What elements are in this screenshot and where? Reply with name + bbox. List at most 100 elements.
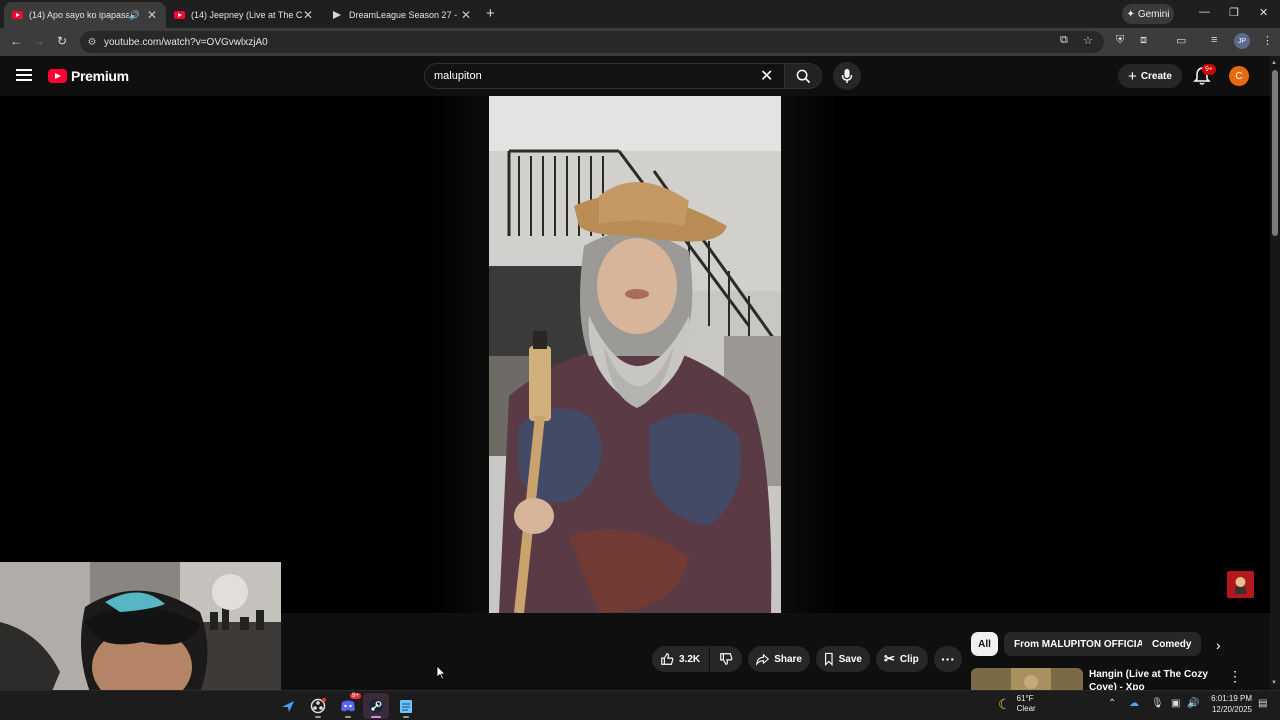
thumbs-up-icon xyxy=(661,653,674,665)
extensions-icon[interactable]: ⧈ xyxy=(1140,34,1147,47)
scroll-up-icon[interactable]: ▲ xyxy=(1271,60,1277,66)
system-clock[interactable]: 6:01:19 PM 12/20/2025 xyxy=(1204,693,1252,715)
onedrive-icon[interactable]: ☁ xyxy=(1129,698,1139,709)
hamburger-menu-icon[interactable] xyxy=(16,69,32,82)
clock-date: 12/20/2025 xyxy=(1211,705,1252,714)
notification-count-badge: 9+ xyxy=(1202,64,1216,75)
save-button[interactable]: Save xyxy=(816,646,870,672)
site-info-icon[interactable]: ⚙ xyxy=(80,37,104,48)
close-tab-icon[interactable]: ✕ xyxy=(460,8,472,22)
player-side-fade xyxy=(430,96,489,613)
more-vertical-icon[interactable]: ⋮ xyxy=(1228,668,1242,685)
notepad-icon xyxy=(400,700,412,713)
weather-widget[interactable]: ☾ 61°F Clear xyxy=(998,694,1036,714)
scroll-down-icon[interactable]: ▼ xyxy=(1271,680,1277,686)
browser-toolbar: ← → ↻ ⚙ youtube.com/watch?v=OVGvwlxzjA0 … xyxy=(0,28,1280,56)
chip-from-channel[interactable]: From MALUPITON OFFICIAL xyxy=(1004,632,1160,656)
close-tab-icon[interactable]: ✕ xyxy=(146,8,158,22)
mouse-cursor-icon xyxy=(436,665,446,680)
channel-watermark-icon[interactable] xyxy=(1227,571,1254,598)
restore-icon[interactable]: ❐ xyxy=(1229,6,1239,19)
account-avatar[interactable]: C xyxy=(1229,66,1249,86)
scissors-icon: ✂ xyxy=(884,651,895,666)
logo-text: Premium xyxy=(71,68,129,84)
back-icon[interactable]: ← xyxy=(10,34,22,48)
search-input[interactable]: malupiton xyxy=(424,63,784,89)
discord-icon xyxy=(341,700,355,712)
share-button[interactable]: Share xyxy=(748,646,810,672)
notification-center-icon[interactable]: ▤ xyxy=(1258,698,1267,709)
gemini-button[interactable]: ✦ Gemini xyxy=(1122,4,1174,24)
speaker-icon[interactable]: 🔊 xyxy=(129,10,140,21)
microphone-tray-icon[interactable]: 🎙 xyxy=(1151,698,1164,709)
dreamleague-favicon-icon xyxy=(332,11,343,19)
video-frame[interactable] xyxy=(489,96,781,613)
voice-search-button[interactable] xyxy=(833,62,861,90)
close-window-icon[interactable]: ✕ xyxy=(1259,6,1268,19)
share-label: Share xyxy=(774,653,802,665)
browser-tab-2[interactable]: (14) Jeepney (Live at The Cozy C ✕ xyxy=(166,2,322,28)
youtube-play-logo-icon xyxy=(48,69,67,83)
clip-label: Clip xyxy=(899,653,919,665)
browser-tab-3[interactable]: DreamLeague Season 27 - Liqu ✕ xyxy=(324,2,480,28)
like-count: 3.2K xyxy=(679,653,701,665)
more-actions-button[interactable]: ··· xyxy=(934,646,962,672)
recommendation-title[interactable]: Hangin (Live at The Cozy Cove) - Xpo xyxy=(1089,668,1225,690)
save-label: Save xyxy=(838,653,862,665)
chevron-right-icon[interactable]: › xyxy=(1216,637,1221,653)
minimize-icon[interactable]: — xyxy=(1199,6,1210,18)
like-button[interactable]: 3.2K xyxy=(652,646,709,672)
weather-desc: Clear xyxy=(1016,704,1036,713)
media-controls-icon[interactable]: ≡ xyxy=(1211,34,1217,46)
create-label: Create xyxy=(1140,70,1172,82)
dislike-button[interactable] xyxy=(710,646,742,672)
clear-search-icon[interactable]: ✕ xyxy=(760,66,773,86)
chip-all[interactable]: All xyxy=(971,632,998,656)
youtube-premium-logo[interactable]: Premium xyxy=(48,68,129,84)
running-indicator xyxy=(403,716,409,718)
new-tab-button[interactable]: + xyxy=(486,5,495,22)
search-icon xyxy=(796,69,810,83)
forward-icon[interactable]: → xyxy=(33,34,45,48)
close-tab-icon[interactable]: ✕ xyxy=(302,8,314,22)
create-button[interactable]: + Create xyxy=(1118,64,1182,88)
running-indicator xyxy=(345,716,351,718)
reload-icon[interactable]: ↻ xyxy=(57,34,67,48)
taskbar-app-steam-alt[interactable] xyxy=(275,693,301,719)
video-player[interactable] xyxy=(0,96,1270,613)
browser-menu-icon[interactable]: ⋮ xyxy=(1262,34,1273,47)
taskbar-app-steam[interactable] xyxy=(363,693,389,719)
taskbar-app-notepad[interactable] xyxy=(393,693,419,719)
tab-title: (14) Jeepney (Live at The Cozy C xyxy=(191,10,302,20)
video-still-image xyxy=(489,96,781,613)
youtube-masthead: Premium malupiton ✕ + Create 9+ C xyxy=(0,56,1270,96)
url-text: youtube.com/watch?v=OVGvwlxzjA0 xyxy=(104,36,268,48)
gemini-label: Gemini xyxy=(1137,8,1170,20)
show-hidden-icons-chevron-icon[interactable]: ⌃ xyxy=(1108,698,1116,709)
share-arrow-icon xyxy=(756,653,770,666)
scrollbar-thumb[interactable] xyxy=(1272,70,1278,236)
clip-button[interactable]: ✂ Clip xyxy=(876,646,928,672)
browser-profile-avatar[interactable]: JP xyxy=(1234,33,1250,49)
sparkle-icon: ✦ xyxy=(1126,8,1135,20)
recommendation-thumbnail[interactable] xyxy=(971,668,1083,690)
search-button[interactable] xyxy=(784,63,822,89)
chip-comedy[interactable]: Comedy xyxy=(1142,632,1202,656)
network-icon[interactable]: ▣ xyxy=(1171,698,1180,709)
bookmark-star-icon[interactable]: ☆ xyxy=(1083,34,1093,47)
browser-tab-strip: (14) Apo sayo ko ipapasa ang 🔊 ✕ (14) Je… xyxy=(0,0,1280,28)
discord-unread-badge: 9+ xyxy=(350,693,361,699)
taskbar-app-obs[interactable] xyxy=(305,693,331,719)
browser-tab-1[interactable]: (14) Apo sayo ko ipapasa ang 🔊 ✕ xyxy=(4,2,166,28)
volume-icon[interactable]: 🔊 xyxy=(1187,698,1199,709)
install-app-icon[interactable]: ⧉ xyxy=(1060,34,1068,47)
tab-search-icon[interactable]: ▭ xyxy=(1176,34,1186,47)
running-indicator xyxy=(315,716,321,718)
steam-icon xyxy=(369,699,383,713)
microphone-icon xyxy=(841,69,853,83)
taskbar-app-discord[interactable]: 9+ xyxy=(335,693,361,719)
shield-extension-icon[interactable]: ⛨ xyxy=(1116,34,1124,47)
more-horizontal-icon: ··· xyxy=(941,651,955,667)
plus-icon: + xyxy=(1128,67,1137,85)
address-bar[interactable]: ⚙ youtube.com/watch?v=OVGvwlxzjA0 xyxy=(80,31,1104,53)
